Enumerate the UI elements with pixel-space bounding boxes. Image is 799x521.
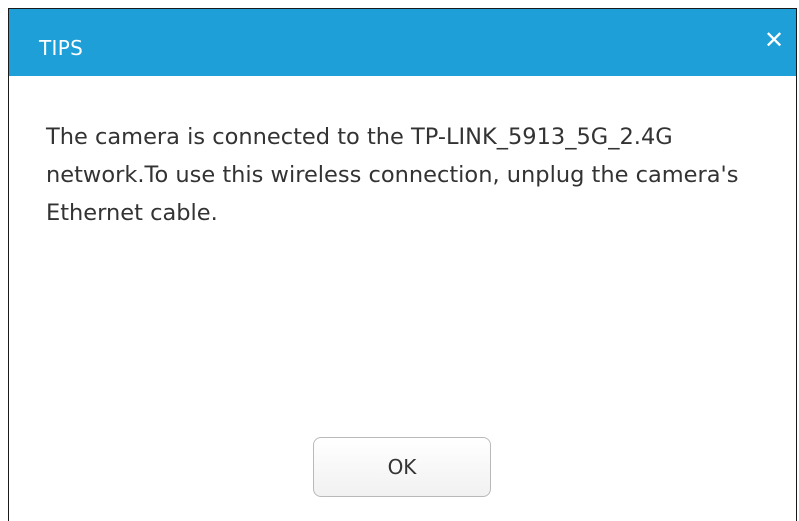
dialog-titlebar: TIPS ✕ (9, 9, 796, 76)
dialog-title: TIPS (39, 36, 84, 60)
dialog-message: The camera is connected to the TP-LINK_5… (46, 124, 739, 226)
tips-dialog: TIPS ✕ The camera is connected to the TP… (8, 8, 797, 521)
ok-button[interactable]: OK (313, 437, 491, 497)
close-icon[interactable]: ✕ (760, 26, 788, 54)
